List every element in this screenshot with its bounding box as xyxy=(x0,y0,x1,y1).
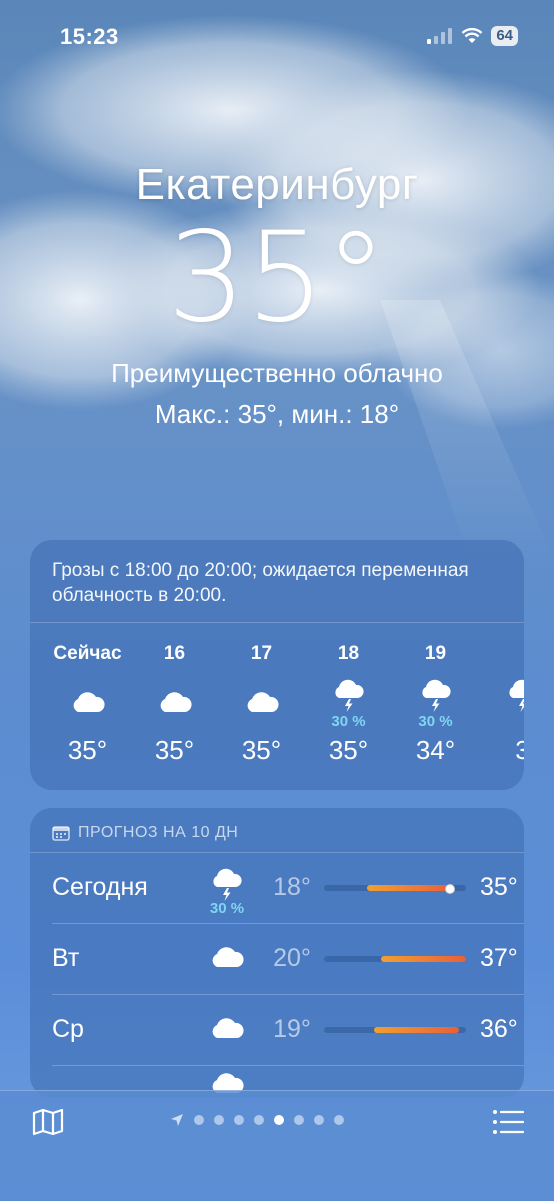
forecast-high: 37° xyxy=(480,944,518,972)
forecast-day: Вт xyxy=(52,944,80,972)
forecast-day: Ср xyxy=(52,1015,84,1043)
current-temp-marker xyxy=(444,884,455,894)
forecast-header-label: ПРОГНОЗ НА 10 ДН xyxy=(78,824,239,841)
battery-indicator: 64 xyxy=(491,26,518,46)
list-icon[interactable] xyxy=(492,1109,524,1135)
hour-precip xyxy=(218,713,305,731)
page-dot[interactable] xyxy=(214,1115,224,1125)
hour-item: 16 35° xyxy=(131,643,218,793)
weather-condition: Преимущественно облачно xyxy=(111,358,443,388)
hour-temp: 35° xyxy=(328,735,369,765)
hour-label: 16 xyxy=(163,643,186,664)
hour-precip: 30 % xyxy=(331,713,366,730)
page-dot-active[interactable] xyxy=(274,1115,284,1125)
forecast-low: 20° xyxy=(273,944,311,972)
hourly-list[interactable]: Сейчас 35° 16 35° 17 35° 18 30 % 35° 19 … xyxy=(30,623,524,793)
temperature-range-fill xyxy=(366,885,452,891)
page-dot[interactable] xyxy=(334,1115,344,1125)
cloud-icon xyxy=(202,946,252,973)
hour-temp: 3 xyxy=(515,735,524,765)
hour-precip xyxy=(479,713,524,731)
hour-temp: 35° xyxy=(154,735,195,765)
forecast-row-today[interactable]: Сегодня 30 % 18° 35° xyxy=(52,853,524,924)
current-weather: Екатеринбург 35° Преимущественно облачно… xyxy=(0,160,554,430)
city-name: Екатеринбург xyxy=(135,160,419,209)
forecast-day: Сегодня xyxy=(52,873,148,901)
page-dot[interactable] xyxy=(234,1115,244,1125)
map-icon[interactable] xyxy=(32,1108,64,1136)
hour-label: Сейчас xyxy=(53,643,122,664)
status-time: 15:23 xyxy=(60,24,119,49)
wifi-icon xyxy=(461,28,483,43)
forecast-row-tue[interactable]: Вт 20° 37° xyxy=(52,924,524,995)
hour-temp: 35° xyxy=(67,735,108,765)
thunderstorm-icon xyxy=(305,673,392,713)
status-icons: 64 xyxy=(427,26,518,46)
hour-label: 18 xyxy=(337,643,360,664)
hourly-forecast-card[interactable]: Грозы с 18:00 до 20:00; ожидается переме… xyxy=(30,540,524,790)
forecast-header: ПРОГНОЗ НА 10 ДН xyxy=(30,808,524,853)
location-arrow-icon xyxy=(171,1114,183,1126)
forecast-low: 19° xyxy=(273,1015,311,1043)
current-temperature: 35° xyxy=(167,206,387,350)
hour-item: 19 30 % 34° xyxy=(392,643,479,793)
cellular-signal-icon xyxy=(427,28,453,44)
page-dot[interactable] xyxy=(194,1115,204,1125)
hour-item: 18 30 % 35° xyxy=(305,643,392,793)
hour-label: 19 xyxy=(424,643,447,664)
hour-item: Сейчас 35° xyxy=(44,643,131,793)
temperature-range-bar xyxy=(324,884,466,894)
hour-item: 3 xyxy=(479,643,524,793)
forecast-low: 18° xyxy=(273,873,311,901)
temperature-range-fill xyxy=(373,1027,459,1033)
hour-precip: 30 % xyxy=(418,713,453,730)
temperature-range-bar xyxy=(324,956,466,962)
hour-label: 17 xyxy=(250,643,273,664)
hourly-summary: Грозы с 18:00 до 20:00; ожидается переме… xyxy=(30,540,524,623)
page-dot[interactable] xyxy=(294,1115,304,1125)
bottom-toolbar xyxy=(0,1090,554,1201)
cloud-icon xyxy=(44,673,131,713)
daily-forecast-card[interactable]: ПРОГНОЗ НА 10 ДН Сегодня 30 % 18° 35° Вт… xyxy=(30,808,524,1098)
hour-item: 17 35° xyxy=(218,643,305,793)
forecast-precip: 30 % xyxy=(209,900,245,917)
forecast-high: 35° xyxy=(480,873,518,901)
status-bar: 15:23 64 xyxy=(0,22,554,52)
cloud-icon xyxy=(202,1017,252,1044)
hour-precip xyxy=(131,713,218,731)
temperature-range-fill xyxy=(380,956,466,962)
hour-precip xyxy=(44,713,131,731)
forecast-high: 36° xyxy=(480,1015,518,1043)
thunderstorm-icon xyxy=(392,673,479,713)
calendar-icon xyxy=(52,826,70,841)
temperature-range-bar xyxy=(324,1027,466,1033)
cloud-icon xyxy=(218,673,305,713)
page-dot[interactable] xyxy=(254,1115,264,1125)
hour-label xyxy=(479,643,524,669)
page-indicator[interactable] xyxy=(170,1113,344,1127)
cloud-icon xyxy=(131,673,218,713)
forecast-row-wed[interactable]: Ср 19° 36° xyxy=(52,995,524,1066)
hour-temp: 35° xyxy=(241,735,282,765)
page-dot[interactable] xyxy=(314,1115,324,1125)
high-low-temperature: Макс.: 35°, мин.: 18° xyxy=(154,399,400,429)
thunderstorm-icon xyxy=(479,673,524,713)
hour-temp: 34° xyxy=(415,735,456,765)
